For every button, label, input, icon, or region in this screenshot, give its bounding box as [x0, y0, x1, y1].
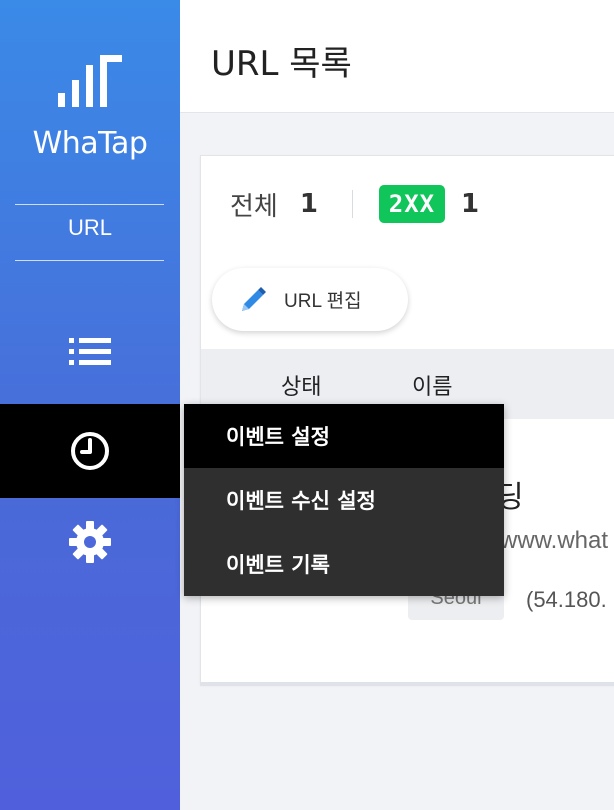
card-divider — [200, 682, 614, 686]
status-summary: 전체 1 2XX 1 — [230, 185, 479, 223]
total-count: 1 — [299, 189, 318, 219]
column-name[interactable]: 이름 — [412, 369, 452, 401]
top-bar: URL 목록 — [180, 0, 614, 113]
column-status[interactable]: 상태 — [281, 369, 321, 401]
menu-item-event-receive-settings[interactable]: 이벤트 수신 설정 — [184, 468, 504, 532]
events-menu: 이벤트 설정 이벤트 수신 설정 이벤트 기록 — [184, 404, 504, 596]
sidebar-item-events[interactable] — [0, 404, 180, 498]
sidebar-item-list[interactable] — [0, 305, 180, 399]
sidebar-item-settings[interactable] — [0, 495, 180, 589]
total-label: 전체 — [230, 191, 278, 222]
sidebar-divider — [15, 260, 164, 261]
list-icon — [69, 338, 111, 365]
sidebar-section-label[interactable]: URL — [0, 215, 180, 241]
menu-item-event-history[interactable]: 이벤트 기록 — [184, 532, 504, 596]
status-badge-2xx[interactable]: 2XX — [378, 185, 445, 223]
status-2xx-count: 1 — [460, 189, 480, 219]
gear-icon — [69, 521, 111, 563]
edit-url-label: URL 편집 — [284, 291, 362, 312]
sidebar: WhaTap URL — [0, 0, 180, 810]
whatap-logo-icon — [58, 55, 122, 107]
summary-separator — [351, 190, 353, 218]
sidebar-divider — [15, 204, 164, 205]
page-title: URL 목록 — [211, 44, 352, 84]
row-ip: (54.180. — [526, 587, 607, 612]
row-url: www.what — [500, 527, 609, 554]
pencil-icon — [242, 286, 266, 311]
brand-name: WhaTap — [32, 126, 148, 161]
edit-url-button[interactable]: URL 편집 — [212, 268, 408, 331]
menu-item-event-settings[interactable]: 이벤트 설정 — [184, 404, 504, 468]
clock-icon — [71, 432, 109, 470]
